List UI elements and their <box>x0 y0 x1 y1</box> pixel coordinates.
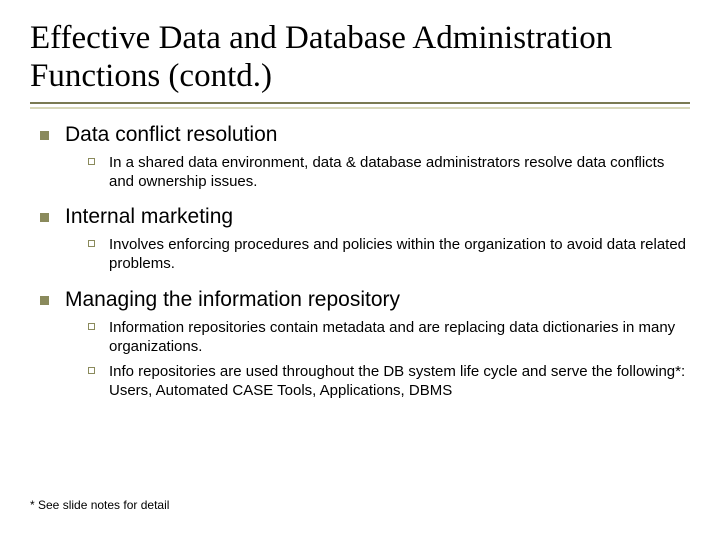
square-bullet-icon <box>40 131 49 140</box>
square-bullet-icon <box>40 296 49 305</box>
section-heading: Internal marketing <box>65 205 233 229</box>
open-square-bullet-icon <box>88 158 95 165</box>
bullet-level2: Information repositories contain metadat… <box>88 318 690 356</box>
section-item: Info repositories are used throughout th… <box>109 362 689 400</box>
section-item: Involves enforcing procedures and polici… <box>109 235 689 273</box>
bullet-level1: Data conflict resolution <box>40 123 690 147</box>
bullet-level2: Involves enforcing procedures and polici… <box>88 235 690 273</box>
open-square-bullet-icon <box>88 240 95 247</box>
bullet-level1: Managing the information repository <box>40 288 690 312</box>
bullet-level2: Info repositories are used throughout th… <box>88 362 690 400</box>
footnote: * See slide notes for detail <box>30 498 169 512</box>
bullet-level1: Internal marketing <box>40 205 690 229</box>
open-square-bullet-icon <box>88 323 95 330</box>
title-rule-light <box>30 107 690 109</box>
section-item: In a shared data environment, data & dat… <box>109 153 689 191</box>
open-square-bullet-icon <box>88 367 95 374</box>
bullet-level2: In a shared data environment, data & dat… <box>88 153 690 191</box>
section-heading: Managing the information repository <box>65 288 400 312</box>
section-heading: Data conflict resolution <box>65 123 277 147</box>
slide: Effective Data and Database Administrati… <box>0 0 720 540</box>
slide-content: Data conflict resolution In a shared dat… <box>30 123 690 401</box>
title-rule-dark <box>30 102 690 104</box>
slide-title: Effective Data and Database Administrati… <box>30 20 690 96</box>
square-bullet-icon <box>40 213 49 222</box>
section-item: Information repositories contain metadat… <box>109 318 689 356</box>
